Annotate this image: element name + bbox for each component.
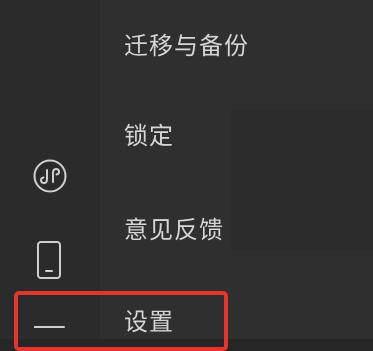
sidebar [0,0,100,339]
menu-item-feedback[interactable]: 意见反馈 [124,210,224,250]
phone-icon[interactable] [36,240,64,280]
menu-item-lock[interactable]: 锁定 [124,116,174,156]
mini-program-icon[interactable] [32,158,68,194]
more-menu: 迁移与备份 锁定 意见反馈 设置 [100,0,373,339]
menu-item-migrate-backup[interactable]: 迁移与备份 [124,26,249,66]
settings-highlight-box [14,291,228,351]
